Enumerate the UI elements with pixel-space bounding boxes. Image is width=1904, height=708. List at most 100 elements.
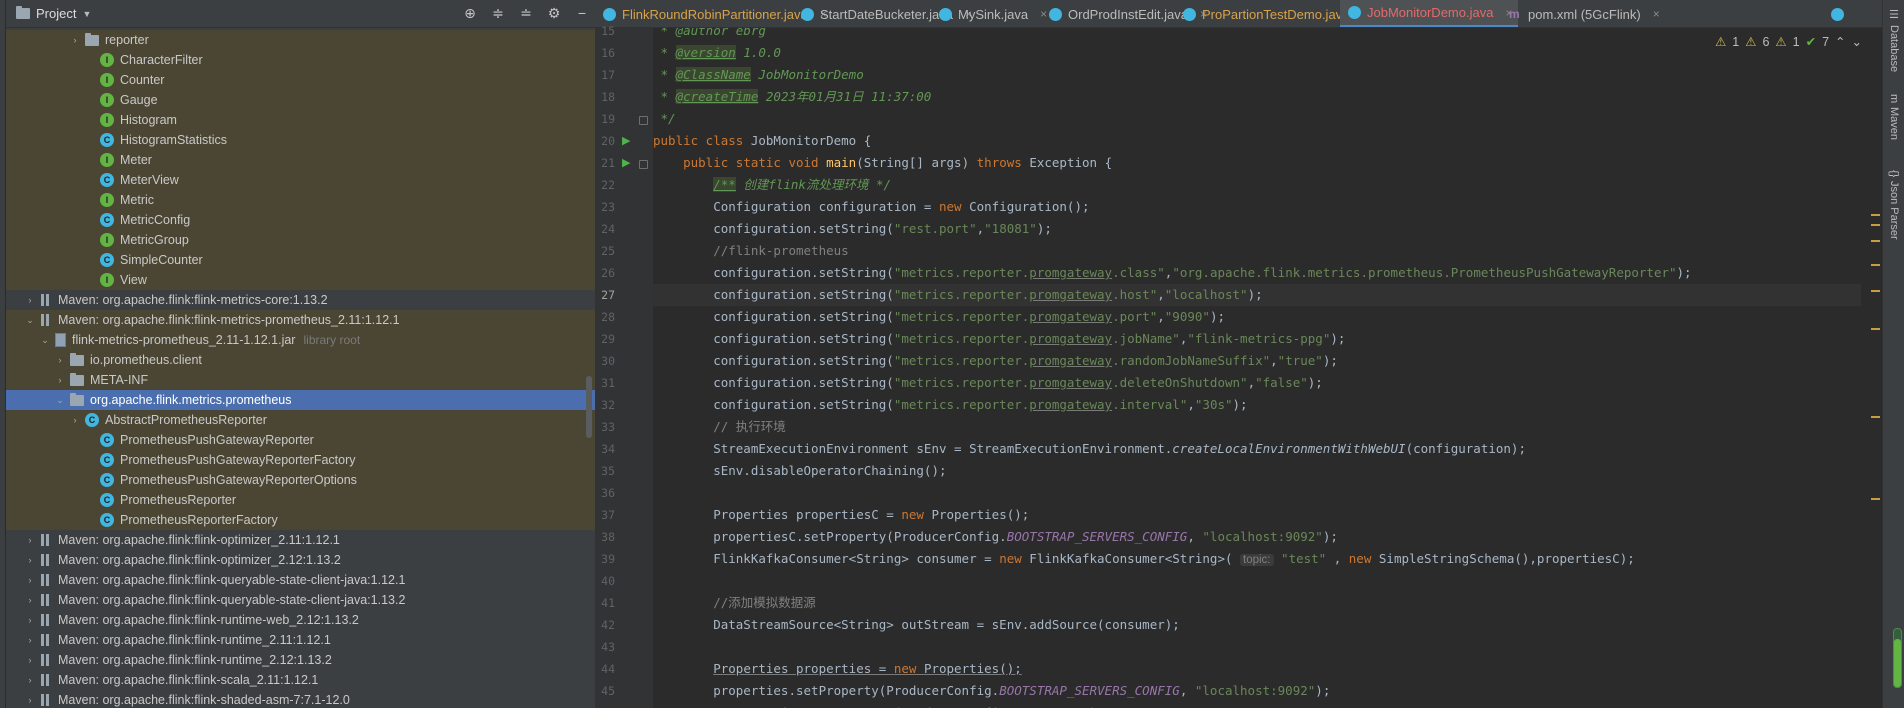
tree-row[interactable]: C PrometheusPushGatewayReporterOptions	[6, 470, 595, 490]
tree-row[interactable]: › Maven: org.apache.flink:flink-optimizer…	[6, 550, 595, 570]
database-tool-button[interactable]: ☰ Database	[1884, 8, 1904, 72]
chevron-right-icon[interactable]: ›	[24, 615, 36, 625]
tree-row[interactable]: I CharacterFilter	[6, 50, 595, 70]
error-stripe[interactable]	[1871, 28, 1882, 708]
chevron-right-icon[interactable]: ›	[24, 695, 36, 705]
more-tabs-button[interactable]	[1831, 0, 1844, 27]
inspection-widget[interactable]: ⚠ 1 ⚠ 6 ⚠ 1 ✔ 7 ⌃ ⌄	[1715, 34, 1862, 50]
maven-tool-button[interactable]: m Maven	[1884, 94, 1904, 140]
chevron-down-icon[interactable]: ⌄	[39, 335, 51, 346]
line-number: 19	[601, 112, 615, 126]
tree-row[interactable]: › Maven: org.apache.flink:flink-shaded-as…	[6, 690, 595, 708]
locate-icon[interactable]: ⊕	[461, 4, 479, 22]
tree-row-label: reporter	[105, 33, 149, 47]
chevron-right-icon[interactable]: ›	[54, 355, 66, 365]
warning-stripe-mark[interactable]	[1871, 498, 1880, 500]
hide-icon[interactable]: −	[573, 4, 591, 22]
warning-stripe-mark[interactable]	[1871, 264, 1880, 266]
expand-all-icon[interactable]: ≑	[489, 4, 507, 22]
fold-icon[interactable]	[639, 160, 648, 169]
line-number: 45	[601, 684, 615, 698]
code-token: "localhost"	[1164, 287, 1248, 302]
code-token: /**	[713, 177, 736, 192]
tree-row[interactable]: › Maven: org.apache.flink:flink-scala_2.1…	[6, 670, 595, 690]
gear-icon[interactable]: ⚙	[545, 4, 563, 22]
tree-row[interactable]: C PrometheusPushGatewayReporter	[6, 430, 595, 450]
tree-row[interactable]: › Maven: org.apache.flink:flink-queryable…	[6, 590, 595, 610]
tree-row[interactable]: › Maven: org.apache.flink:flink-metrics-c…	[6, 290, 595, 310]
tree-row[interactable]: I View	[6, 270, 595, 290]
tree-row[interactable]: I Meter	[6, 150, 595, 170]
tree-row[interactable]: › reporter	[6, 30, 595, 50]
tree-row[interactable]: › Maven: org.apache.flink:flink-runtime_2…	[6, 630, 595, 650]
warning-stripe-mark[interactable]	[1871, 240, 1880, 242]
run-gutter-icon[interactable]: ▶	[622, 134, 630, 147]
chevron-right-icon[interactable]: ›	[24, 535, 36, 545]
chevron-right-icon[interactable]: ›	[24, 595, 36, 605]
tree-row[interactable]: I Histogram	[6, 110, 595, 130]
code-line: public class JobMonitorDemo {	[653, 130, 1861, 152]
editor-tab[interactable]: MySink.java ×	[931, 0, 1053, 27]
tree-row[interactable]: I Gauge	[6, 90, 595, 110]
json-parser-tool-button[interactable]: {} Json Parser	[1884, 170, 1904, 240]
tree-row[interactable]: › C AbstractPrometheusReporter	[6, 410, 595, 430]
project-scrollbar[interactable]	[586, 376, 592, 438]
memory-indicator[interactable]	[1893, 628, 1902, 688]
chevron-right-icon[interactable]: ›	[24, 295, 36, 305]
chevron-right-icon[interactable]: ›	[54, 375, 66, 385]
code-view[interactable]: * @author ebrg * @version 1.0.0 * @Class…	[653, 28, 1861, 708]
code-token: (configuration);	[1405, 441, 1526, 456]
tree-row[interactable]: C MeterView	[6, 170, 595, 190]
code-token: DataStreamSource<String> outStream = sEn…	[653, 617, 1180, 632]
line-number: 37	[601, 508, 615, 522]
collapse-all-icon[interactable]: ≐	[517, 4, 535, 22]
chevron-up-icon[interactable]: ⌃	[1835, 34, 1845, 49]
chevron-right-icon[interactable]: ›	[24, 655, 36, 665]
tree-row[interactable]: C PrometheusReporter	[6, 490, 595, 510]
tree-row[interactable]: I Counter	[6, 70, 595, 90]
tree-row[interactable]: › Maven: org.apache.flink:flink-runtime-w…	[6, 610, 595, 630]
warning-stripe-mark[interactable]	[1871, 290, 1880, 292]
tree-row[interactable]: › Maven: org.apache.flink:flink-runtime_2…	[6, 650, 595, 670]
chevron-down-icon[interactable]: ⌄	[24, 315, 36, 326]
tree-row[interactable]: C PrometheusReporterFactory	[6, 510, 595, 530]
tree-row[interactable]: I MetricGroup	[6, 230, 595, 250]
editor-tab[interactable]: m pom.xml (5GcFlink) ×	[1501, 0, 1666, 27]
class-icon: C	[100, 253, 114, 267]
chevron-right-icon[interactable]: ›	[24, 675, 36, 685]
tree-row[interactable]: › META-INF	[6, 370, 595, 390]
tree-row[interactable]: C PrometheusPushGatewayReporterFactory	[6, 450, 595, 470]
tree-row[interactable]: › Maven: org.apache.flink:flink-queryable…	[6, 570, 595, 590]
chevron-right-icon[interactable]: ›	[24, 575, 36, 585]
chevron-right-icon[interactable]: ›	[69, 35, 81, 45]
tree-row[interactable]: ⌄ flink-metrics-prometheus_2.11-1.12.1.ja…	[6, 330, 595, 350]
library-icon	[40, 574, 52, 586]
close-icon[interactable]: ×	[1653, 7, 1660, 21]
tree-row[interactable]: C HistogramStatistics	[6, 130, 595, 150]
code-token: BOOTSTRAP_SERVERS_CONFIG	[1006, 529, 1188, 544]
tree-row[interactable]: C SimpleCounter	[6, 250, 595, 270]
tree-row[interactable]: ⌄ Maven: org.apache.flink:flink-metrics-p…	[6, 310, 595, 330]
tree-row[interactable]: ⌄ org.apache.flink.metrics.prometheus	[6, 390, 595, 410]
class-icon: C	[100, 513, 114, 527]
tree-row[interactable]: › Maven: org.apache.flink:flink-optimizer…	[6, 530, 595, 550]
chevron-down-icon[interactable]: ⌄	[54, 395, 66, 406]
warning-stripe-mark[interactable]	[1871, 328, 1880, 330]
tree-row[interactable]: C MetricConfig	[6, 210, 595, 230]
project-view-selector[interactable]: Project ▼	[6, 6, 91, 21]
chevron-right-icon[interactable]: ›	[24, 635, 36, 645]
editor-tab-label: ProPartionTestDemo.java	[1202, 6, 1350, 22]
tree-row[interactable]: › io.prometheus.client	[6, 350, 595, 370]
warning-stripe-mark[interactable]	[1871, 416, 1880, 418]
warning-stripe-mark[interactable]	[1871, 214, 1880, 216]
code-token: FlinkKafkaConsumer<String> consumer =	[653, 551, 1000, 566]
library-icon	[40, 594, 52, 606]
chevron-right-icon[interactable]: ›	[69, 415, 81, 425]
tree-row[interactable]: I Metric	[6, 190, 595, 210]
warning-stripe-mark[interactable]	[1871, 224, 1880, 226]
run-gutter-icon[interactable]: ▶	[622, 156, 630, 169]
chevron-right-icon[interactable]: ›	[24, 555, 36, 565]
chevron-down-icon[interactable]: ⌄	[1852, 34, 1862, 49]
fold-icon[interactable]	[639, 116, 648, 125]
editor-tab[interactable]: JobMonitorDemo.java ×	[1340, 0, 1519, 27]
